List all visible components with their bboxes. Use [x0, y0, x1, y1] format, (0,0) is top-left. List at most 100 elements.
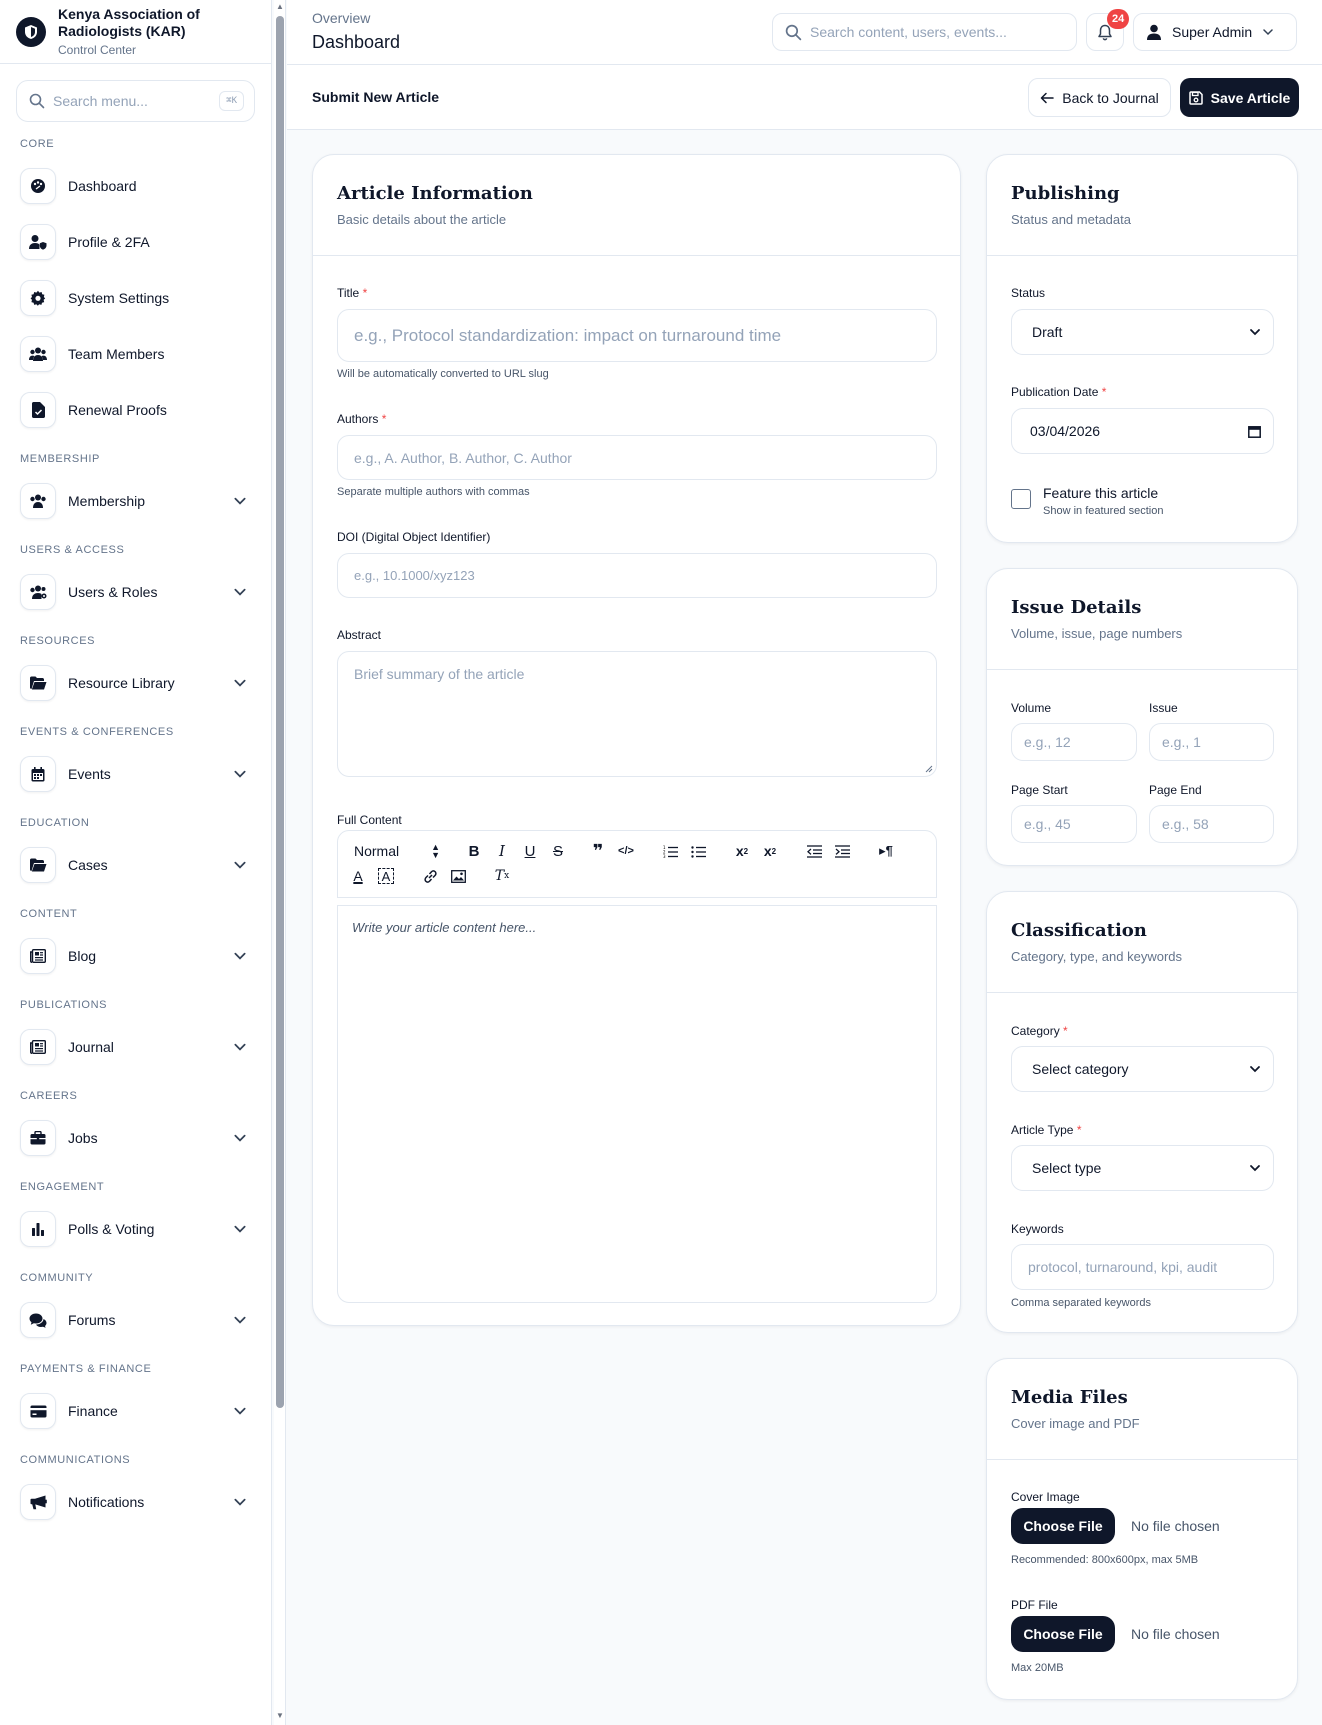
card-subtitle: Category, type, and keywords [1011, 949, 1183, 964]
sidebar-item-events[interactable]: Events [20, 750, 271, 798]
card-title: Article Information [337, 183, 533, 204]
megaphone-icon [20, 1484, 56, 1520]
scroll-thumb[interactable] [276, 16, 284, 1408]
page-end-input[interactable]: e.g., 58 [1149, 805, 1274, 843]
back-to-journal-button[interactable]: Back to Journal [1028, 78, 1171, 117]
sidebar-item-resource-library[interactable]: Resource Library [20, 659, 271, 707]
chevron-down-icon [234, 679, 246, 687]
sidebar-item-notifications[interactable]: Notifications [20, 1478, 271, 1526]
category-select[interactable]: Select category [1011, 1046, 1274, 1092]
scroll-up-icon[interactable]: ▲ [276, 3, 284, 11]
sidebar-item-label: Users & Roles [68, 584, 158, 600]
sidebar-item-label: Membership [68, 493, 146, 509]
sidebar-item-profile[interactable]: Profile & 2FA [20, 218, 271, 266]
abstract-textarea[interactable]: Brief summary of the article [337, 651, 937, 777]
article-type-select[interactable]: Select type [1011, 1145, 1274, 1191]
user-name: Super Admin [1172, 24, 1253, 40]
article-type-label: Article Type * [1011, 1123, 1082, 1137]
feature-label[interactable]: Feature this article [1043, 485, 1158, 501]
keywords-input[interactable]: protocol, turnaround, kpi, audit [1011, 1244, 1274, 1290]
brand-subtitle: Control Center [58, 42, 137, 57]
text-color-icon[interactable]: A [348, 866, 368, 886]
keywords-placeholder: protocol, turnaround, kpi, audit [1028, 1259, 1218, 1275]
volume-placeholder: e.g., 12 [1024, 734, 1071, 750]
svg-text:3: 3 [663, 854, 666, 858]
code-icon[interactable]: </> [616, 841, 636, 861]
pdf-choose-file-button[interactable]: Choose File [1011, 1616, 1115, 1652]
sidebar-item-blog[interactable]: Blog [20, 932, 271, 980]
card-header: Publishing Status and metadata [987, 155, 1297, 256]
clear-format-icon[interactable]: Tx [492, 866, 512, 886]
doi-placeholder: e.g., 10.1000/xyz123 [354, 568, 475, 583]
volume-input[interactable]: e.g., 12 [1011, 723, 1137, 761]
page-start-input[interactable]: e.g., 45 [1011, 805, 1137, 843]
sidebar-item-membership[interactable]: Membership [20, 477, 271, 525]
title-input[interactable]: e.g., Protocol standardization: impact o… [337, 309, 937, 362]
sidebar-nav: CORE Dashboard Profile & 2FA System Sett… [0, 138, 271, 1526]
title-label: Title * [337, 286, 368, 300]
type-value: Select type [1032, 1160, 1102, 1176]
text-direction-icon[interactable]: ▸¶ [876, 841, 896, 861]
strikethrough-icon[interactable]: S [548, 841, 568, 861]
sidebar-item-journal[interactable]: Journal [20, 1023, 271, 1071]
newspaper-icon [20, 938, 56, 974]
save-article-button[interactable]: Save Article [1180, 78, 1299, 117]
image-icon[interactable] [448, 866, 468, 886]
format-select[interactable]: Normal ▲ ▼ [354, 841, 440, 861]
sidebar-item-label: Events [68, 766, 111, 782]
sidebar-item-cases[interactable]: Cases [20, 841, 271, 889]
sidebar-item-renewal-proofs[interactable]: Renewal Proofs [20, 386, 271, 434]
doi-input[interactable]: e.g., 10.1000/xyz123 [337, 553, 937, 598]
ordered-list-icon[interactable]: 123 [660, 841, 680, 861]
card-subtitle: Volume, issue, page numbers [1011, 626, 1183, 641]
calendar-icon[interactable] [1248, 425, 1261, 438]
users-icon [20, 336, 56, 372]
global-search-input[interactable]: Search content, users, events... [772, 13, 1077, 51]
search-icon [785, 24, 802, 40]
superscript-icon[interactable]: x2 [760, 841, 780, 861]
sidebar-item-dashboard[interactable]: Dashboard [20, 162, 271, 210]
italic-icon[interactable]: I [492, 841, 512, 861]
menu-search-input[interactable]: Search menu... ⌘K [16, 80, 255, 122]
issue-input[interactable]: e.g., 1 [1149, 723, 1274, 761]
breadcrumb[interactable]: Overview [312, 10, 370, 26]
sidebar-item-polls-voting[interactable]: Polls & Voting [20, 1205, 271, 1253]
calendar-icon [20, 756, 56, 792]
blockquote-icon[interactable]: ❞ [588, 841, 608, 861]
user-menu-button[interactable]: Super Admin [1133, 13, 1297, 51]
link-icon[interactable] [420, 866, 440, 886]
sidebar-item-users-roles[interactable]: Users & Roles [20, 568, 271, 616]
underline-icon[interactable]: U [520, 841, 540, 861]
cover-choose-file-button[interactable]: Choose File [1011, 1508, 1115, 1544]
shortcut-badge: ⌘K [219, 91, 244, 111]
subscript-icon[interactable]: x2 [732, 841, 752, 861]
content-editor[interactable]: Write your article content here... [337, 905, 937, 1303]
resize-handle-icon[interactable] [925, 765, 933, 773]
chevron-down-icon [234, 1134, 246, 1142]
bullet-list-icon[interactable] [688, 841, 708, 861]
volume-label: Volume [1011, 701, 1052, 715]
outdent-icon[interactable] [804, 841, 824, 861]
sidebar-item-forums[interactable]: Forums [20, 1296, 271, 1344]
sidebar-item-team-members[interactable]: Team Members [20, 330, 271, 378]
full-content-label: Full Content [337, 813, 402, 827]
indent-icon[interactable] [832, 841, 852, 861]
notifications-button[interactable]: 24 [1086, 9, 1130, 51]
pdf-hint: Max 20MB [1011, 1662, 1064, 1674]
authors-input[interactable]: e.g., A. Author, B. Author, C. Author [337, 435, 937, 480]
status-select[interactable]: Draft [1011, 309, 1274, 355]
sidebar-item-finance[interactable]: Finance [20, 1387, 271, 1435]
search-icon [29, 93, 45, 109]
section-label: RESOURCES [20, 635, 96, 647]
editor-toolbar: Normal ▲ ▼ B I U S ❞ </> 123 x2 x2 ▸¶ A A… [337, 830, 937, 898]
scroll-down-icon[interactable]: ▼ [276, 1712, 284, 1720]
sidebar-item-system-settings[interactable]: System Settings [20, 274, 271, 322]
sidebar-scrollbar[interactable]: ▲ ▼ [274, 0, 286, 1725]
issue-placeholder: e.g., 1 [1162, 734, 1201, 750]
feature-checkbox[interactable] [1011, 489, 1031, 509]
background-color-icon[interactable]: A [378, 868, 394, 884]
publication-date-input[interactable]: 03/04/2026 [1011, 408, 1274, 454]
bold-icon[interactable]: B [464, 841, 484, 861]
global-search-placeholder: Search content, users, events... [810, 24, 1007, 40]
sidebar-item-jobs[interactable]: Jobs [20, 1114, 271, 1162]
